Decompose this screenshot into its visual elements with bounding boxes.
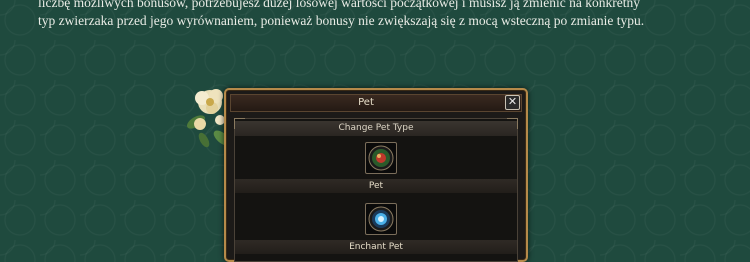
article-line-2: typ zwierzaka przed jego wyrównaniem, po… <box>38 13 645 28</box>
enchant-orb-icon <box>368 206 394 232</box>
pet-window: Pet ✕ Change Pet Type Pet Enchant Pet <box>224 88 528 262</box>
enchant-pet-slot[interactable] <box>365 203 397 235</box>
pet-slot[interactable] <box>365 142 397 174</box>
pet-panel: Change Pet Type Pet Enchant Pet <box>234 118 518 262</box>
pet-slot-label: Pet <box>235 179 517 193</box>
window-titlebar[interactable]: Pet ✕ <box>230 94 522 112</box>
section-header-change-pet-type: Change Pet Type <box>235 121 517 136</box>
article-text: liczbę możliwych bonusów, potrzebujesz d… <box>38 0 728 30</box>
enchant-pet-slot-label: Enchant Pet <box>235 240 517 254</box>
pet-item-icon <box>368 145 394 171</box>
close-button[interactable]: ✕ <box>505 95 520 110</box>
article-line-1: liczbę możliwych bonusów, potrzebujesz d… <box>38 0 640 10</box>
window-title: Pet <box>358 97 374 108</box>
